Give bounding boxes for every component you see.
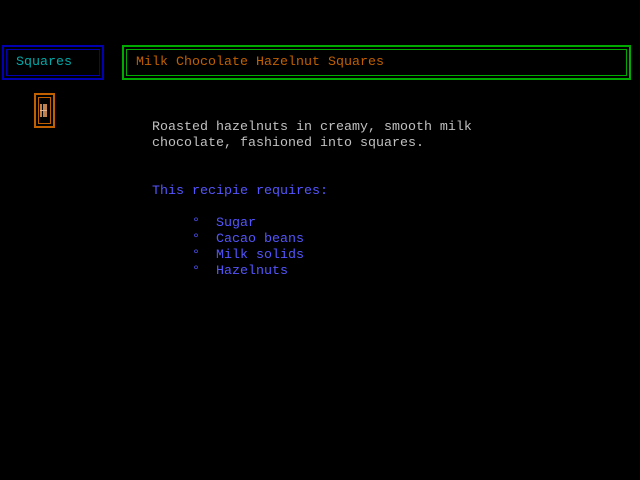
chocolate-bar-icon[interactable] bbox=[34, 93, 55, 128]
list-item: ° Milk solids bbox=[192, 248, 304, 264]
bullet-icon: ° bbox=[192, 264, 200, 279]
description: Roasted hazelnuts in creamy, smooth milk… bbox=[152, 120, 472, 152]
bullet-icon: ° bbox=[192, 232, 200, 247]
description-line: Roasted hazelnuts in creamy, smooth milk bbox=[152, 120, 472, 135]
ingredient: Milk solids bbox=[216, 248, 304, 263]
bullet-icon: ° bbox=[192, 248, 200, 263]
page-title: Milk Chocolate Hazelnut Squares bbox=[136, 55, 384, 70]
description-line: chocolate, fashioned into squares. bbox=[152, 136, 424, 151]
ingredient-list: ° Sugar ° Cacao beans ° Milk solids ° Hazeln… bbox=[192, 216, 304, 280]
ingredient: Sugar bbox=[216, 216, 256, 231]
list-item: ° Cacao beans bbox=[192, 232, 304, 248]
requires-heading: This recipie requires: bbox=[152, 184, 328, 199]
list-item: ° Sugar bbox=[192, 216, 304, 232]
bullet-icon: ° bbox=[192, 216, 200, 231]
list-item: ° Hazelnuts bbox=[192, 264, 304, 280]
nav-label[interactable]: Squares bbox=[16, 55, 72, 71]
ingredient: Cacao beans bbox=[216, 232, 304, 247]
ingredient: Hazelnuts bbox=[216, 264, 288, 279]
chocolate-bar-glyph bbox=[40, 104, 47, 117]
